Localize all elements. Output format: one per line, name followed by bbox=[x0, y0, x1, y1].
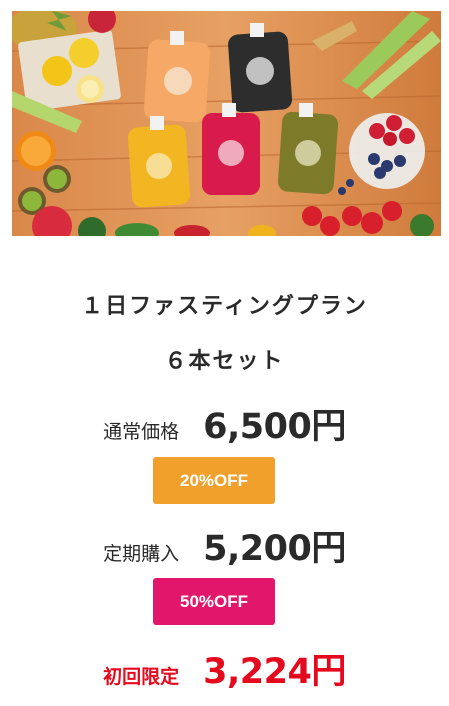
product-title: １日ファスティングプラン bbox=[81, 294, 368, 319]
first-time-price-row: 初回限定 3,224円 bbox=[0, 643, 449, 694]
discount-badge-50off: 50%OFF bbox=[153, 578, 275, 625]
subscription-price-value: 5,200円 bbox=[203, 529, 346, 569]
regular-price-row: 通常価格 6,500円 bbox=[0, 398, 449, 449]
product-hero-image bbox=[12, 11, 441, 236]
discount-badge-20off: 20%OFF bbox=[153, 457, 275, 504]
subscription-price-row: 定期購入 5,200円 bbox=[0, 520, 449, 571]
first-time-price-value: 3,224円 bbox=[203, 652, 346, 692]
regular-price-label: 通常価格 bbox=[103, 421, 180, 443]
regular-price-value: 6,500円 bbox=[203, 407, 346, 447]
subscription-price-label: 定期購入 bbox=[103, 543, 180, 565]
first-time-price-label: 初回限定 bbox=[103, 666, 180, 688]
product-subtitle: ６本セット bbox=[164, 349, 285, 374]
